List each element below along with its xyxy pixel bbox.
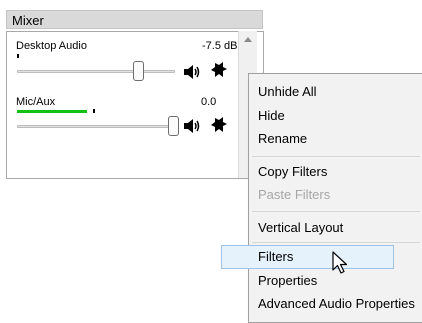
mixer-dock-title: Mixer xyxy=(6,10,263,29)
menu-item-vertical-layout[interactable]: Vertical Layout xyxy=(258,220,343,235)
speaker-icon[interactable] xyxy=(183,118,201,134)
volume-slider-desktop-audio[interactable] xyxy=(17,70,175,73)
gear-icon[interactable] xyxy=(211,116,227,134)
volume-slider-handle-mic-aux[interactable] xyxy=(168,116,179,136)
channel-level-mic-aux: 0.0 xyxy=(201,96,217,108)
audio-meter-desktop-audio xyxy=(17,54,19,58)
channel-name-desktop-audio: Desktop Audio xyxy=(16,40,87,52)
channel-name-mic-aux: Mic/Aux xyxy=(16,96,56,108)
menu-item-filters[interactable]: Filters xyxy=(258,249,293,264)
menu-item-filters-highlight xyxy=(221,245,394,269)
audio-meter-mic-aux xyxy=(17,110,87,113)
menu-separator xyxy=(252,242,420,243)
menu-separator xyxy=(252,211,420,212)
volume-slider-mic-aux[interactable] xyxy=(17,125,175,128)
menu-item-properties[interactable]: Properties xyxy=(258,273,317,288)
speaker-icon[interactable] xyxy=(183,64,201,80)
gear-icon[interactable] xyxy=(211,61,227,79)
audio-meter-peak-mic-aux xyxy=(93,109,95,113)
chevron-up-icon[interactable] xyxy=(244,37,252,42)
menu-item-paste-filters: Paste Filters xyxy=(258,187,331,202)
volume-slider-handle-desktop-audio[interactable] xyxy=(133,61,144,81)
mouse-pointer-icon xyxy=(332,251,348,274)
channel-level-desktop-audio: -7.5 dB xyxy=(202,40,238,52)
mixer-title: Mixer xyxy=(12,13,44,28)
menu-item-advanced-audio-properties[interactable]: Advanced Audio Properties xyxy=(258,296,415,311)
menu-item-rename[interactable]: Rename xyxy=(258,131,307,146)
menu-item-copy-filters[interactable]: Copy Filters xyxy=(258,164,327,179)
menu-separator xyxy=(252,156,420,157)
menu-item-unhide-all[interactable]: Unhide All xyxy=(258,84,317,99)
menu-item-hide[interactable]: Hide xyxy=(258,108,285,123)
